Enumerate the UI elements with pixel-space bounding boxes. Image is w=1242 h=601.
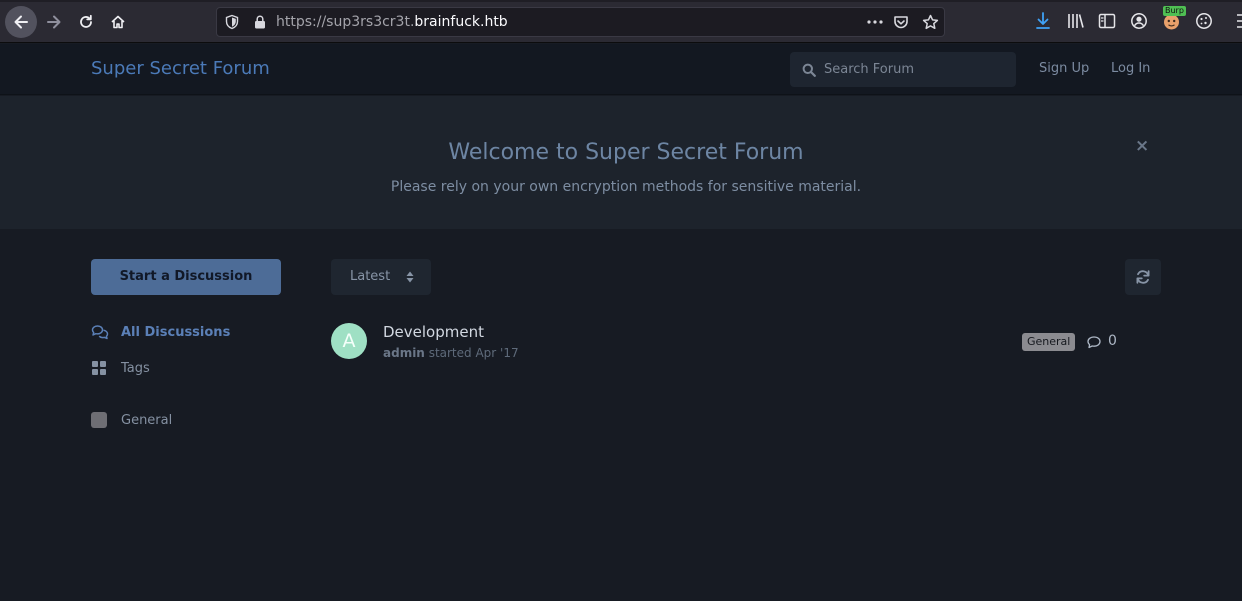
more-actions-icon[interactable] — [866, 14, 884, 30]
reply-count: 0 — [1108, 333, 1117, 349]
home-button[interactable] — [102, 6, 134, 38]
log-in-link[interactable]: Log In — [1111, 61, 1150, 76]
hero-title: Welcome to Super Secret Forum — [448, 140, 804, 165]
hero-close-button[interactable]: × — [1135, 136, 1149, 156]
sidebar-toggle-icon[interactable] — [1098, 12, 1116, 30]
sidebar-item-label: General — [121, 412, 173, 428]
tracking-shield-icon[interactable] — [224, 14, 240, 30]
reload-icon — [80, 14, 92, 28]
discussion-started-text: started Apr '17 — [428, 346, 519, 360]
sort-caret-icon — [406, 271, 414, 283]
menu-icon[interactable] — [1236, 12, 1242, 30]
tag-badge[interactable]: General — [1022, 333, 1076, 351]
library-icon[interactable] — [1067, 12, 1085, 30]
discussion-list-item[interactable]: A Development admin started Apr '17 Gene… — [331, 322, 1161, 370]
sort-label: Latest — [350, 269, 391, 284]
discussion-author[interactable]: admin — [383, 346, 425, 360]
lock-icon[interactable] — [253, 14, 267, 30]
sidebar-item-general[interactable]: General — [91, 410, 172, 430]
pocket-icon[interactable] — [893, 14, 909, 30]
sidebar-item-all-discussions[interactable]: All Discussions — [91, 322, 230, 342]
forum-header: Super Secret Forum Sign Up Log In — [0, 44, 1242, 95]
address-bar[interactable]: https://sup3rs3cr3t.brainfuck.htb — [216, 7, 945, 37]
search-icon — [802, 63, 816, 77]
tag-square-icon — [91, 412, 111, 428]
url-prefix: https://sup3rs3cr3t. — [276, 14, 415, 30]
search-input[interactable] — [824, 52, 1004, 87]
sort-dropdown[interactable]: Latest — [331, 259, 431, 295]
tab-strip — [0, 0, 1242, 2]
sidebar-item-label: All Discussions — [121, 324, 231, 340]
arrow-right-icon — [47, 15, 61, 29]
bookmark-star-icon[interactable] — [922, 14, 939, 30]
start-discussion-button[interactable]: Start a Discussion — [91, 259, 281, 295]
hero-subtitle: Please rely on your own encryption metho… — [390, 179, 862, 195]
refresh-button[interactable] — [1125, 259, 1161, 295]
comments-icon — [91, 324, 111, 340]
arrow-left-icon — [14, 15, 28, 29]
back-button[interactable] — [5, 6, 37, 38]
burp-badge: Burp — [1163, 6, 1186, 16]
refresh-icon — [1136, 270, 1150, 284]
browser-toolbar: https://sup3rs3cr3t.brainfuck.htb Burp — [0, 0, 1242, 43]
downloads-icon[interactable] — [1035, 12, 1051, 30]
discussion-meta: admin started Apr '17 — [383, 346, 519, 360]
forward-button[interactable] — [38, 6, 70, 38]
url-text[interactable]: https://sup3rs3cr3t.brainfuck.htb — [276, 14, 508, 31]
cookie-extension-icon[interactable] — [1195, 12, 1213, 30]
forum-brand[interactable]: Super Secret Forum — [91, 58, 270, 79]
sidebar-item-tags[interactable]: Tags — [91, 358, 150, 378]
search-box[interactable] — [790, 52, 1016, 87]
discussion-title[interactable]: Development — [383, 323, 484, 341]
home-icon — [111, 15, 125, 29]
avatar[interactable]: A — [331, 323, 367, 359]
welcome-hero: Welcome to Super Secret Forum Please rel… — [0, 96, 1242, 229]
reply-count-icon — [1087, 336, 1101, 349]
account-icon[interactable] — [1130, 12, 1148, 30]
grid-icon — [91, 360, 111, 376]
sidebar-item-label: Tags — [121, 360, 150, 376]
url-host: brainfuck.htb — [414, 14, 508, 30]
reload-button[interactable] — [70, 6, 102, 38]
sign-up-link[interactable]: Sign Up — [1039, 61, 1089, 76]
